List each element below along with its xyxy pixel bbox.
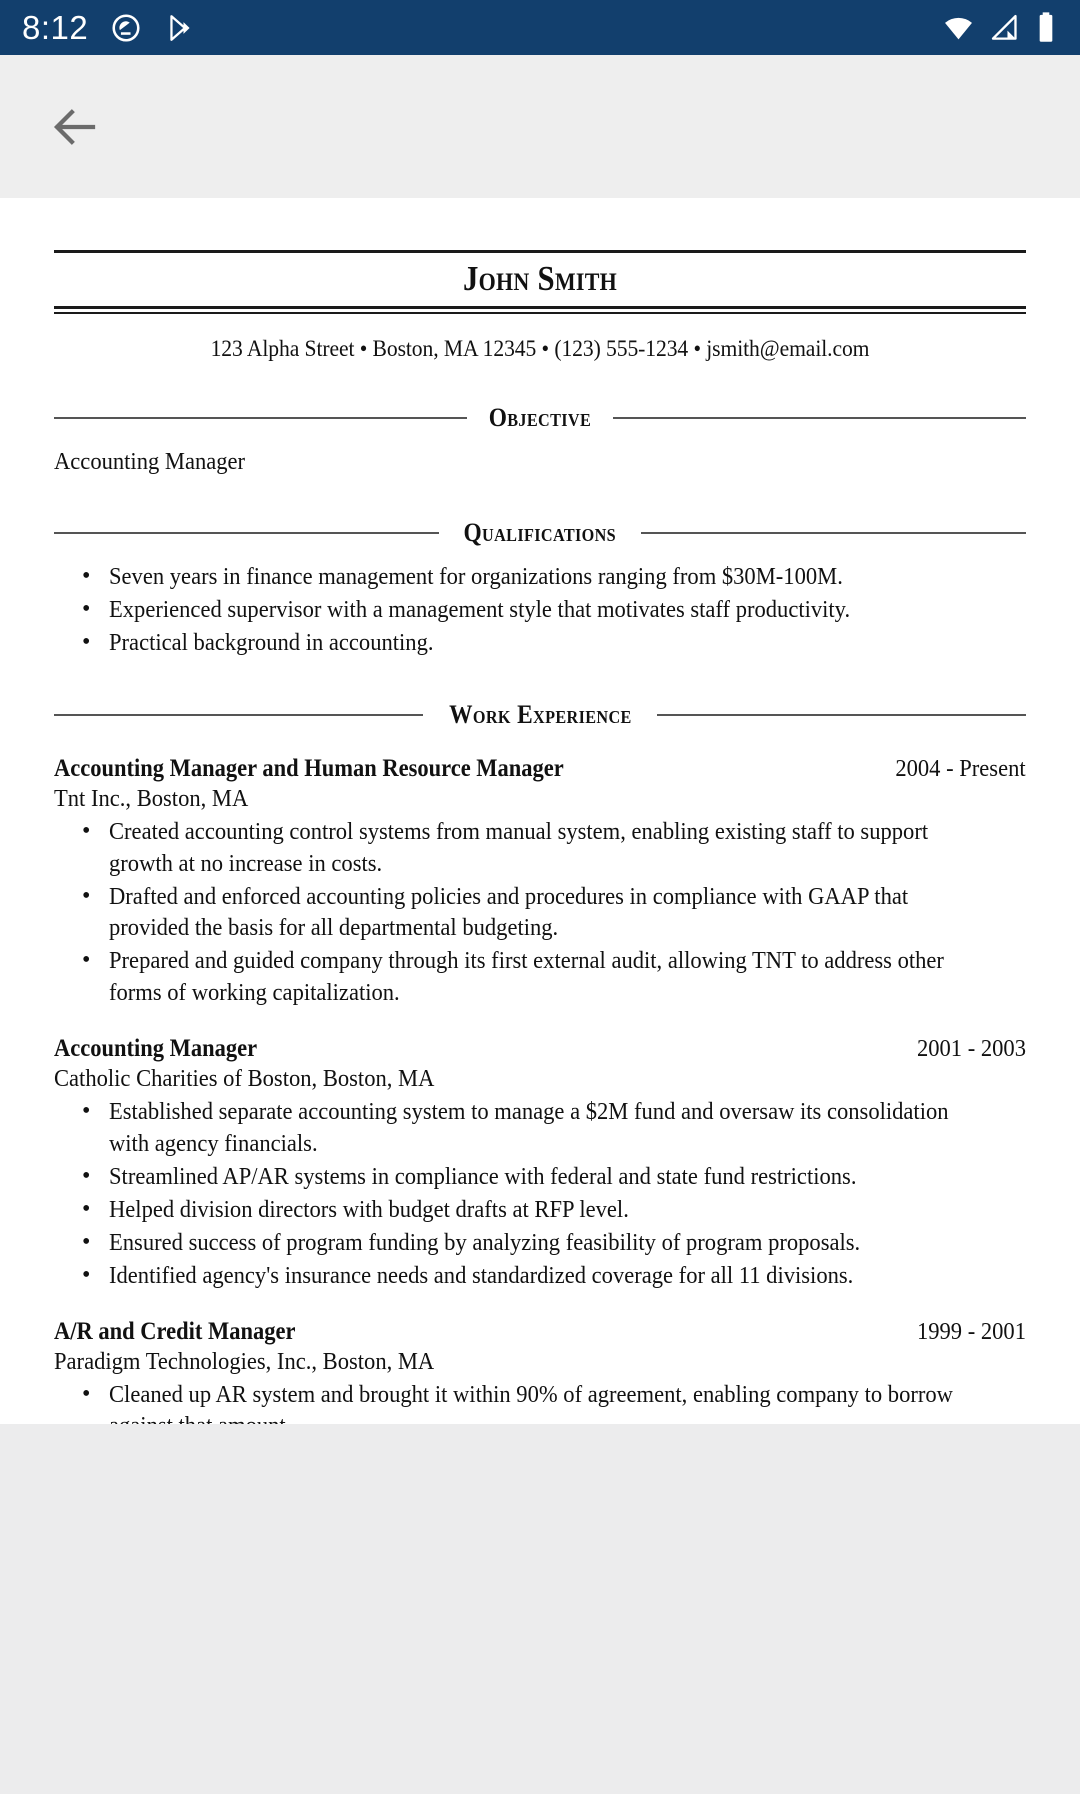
app-bar — [0, 55, 1080, 198]
status-bar-left: 8:12 — [22, 11, 196, 44]
list-item: Drafted and enforced accounting policies… — [78, 881, 1026, 946]
status-bar-right — [942, 11, 1058, 44]
job-company: Tnt Inc., Boston, MA — [54, 785, 249, 812]
job-dates: 2001 - 2003 — [916, 1036, 1026, 1063]
section-heading-work-experience: Work Experience — [54, 699, 1027, 730]
list-item-text: Experienced supervisor with a management… — [109, 596, 851, 623]
list-item: Identified agency's insurance needs and … — [78, 1260, 1026, 1293]
play-store-icon — [164, 12, 196, 44]
job-header: Accounting Manager 2001 - 2003 — [54, 1034, 1026, 1064]
list-item: Established separate accounting system t… — [78, 1096, 1026, 1161]
section-heading-objective: Objective — [54, 403, 1027, 433]
job-bullets: Established separate accounting system t… — [54, 1096, 1026, 1293]
rule-right — [640, 531, 1026, 534]
list-item: Experienced supervisor with a management… — [78, 594, 1026, 627]
list-item: Seven years in finance management for or… — [78, 561, 1026, 594]
page-title: John Smith — [462, 259, 618, 298]
list-item-text: Streamlined AP/AR systems in compliance … — [109, 1163, 857, 1190]
list-item-text: Cleaned up AR system and brought it with… — [109, 1381, 953, 1424]
rule-right — [612, 417, 1027, 420]
section-label: Objective — [488, 403, 592, 433]
job-company: Paradigm Technologies, Inc., Boston, MA — [54, 1348, 435, 1375]
battery-icon — [1034, 11, 1058, 44]
job-entry: A/R and Credit Manager 1999 - 2001 Parad… — [54, 1317, 1026, 1424]
rule-right — [657, 713, 1027, 716]
section-heading-qualifications: Qualifications — [54, 518, 1026, 548]
job-bullets: Created accounting control systems from … — [54, 816, 1026, 1010]
page-background-bottom — [0, 1424, 1080, 1794]
do-not-disturb-icon — [110, 12, 142, 44]
job-entry: Accounting Manager and Human Resource Ma… — [54, 754, 1026, 1010]
list-item-text: Helped division directors with budget dr… — [109, 1196, 629, 1223]
contact-line: 123 Alpha Street • Boston, MA 12345 • (1… — [210, 336, 870, 363]
list-item: Created accounting control systems from … — [78, 816, 1026, 881]
resume-scroll-area: John Smith 123 Alpha Street • Boston, MA… — [54, 198, 1027, 1424]
job-dates: 2004 - Present — [895, 755, 1026, 782]
cell-signal-icon — [989, 12, 1020, 43]
list-item: Prepared and guided company through its … — [78, 945, 1026, 1010]
list-item: Helped division directors with budget dr… — [78, 1194, 1026, 1227]
list-item-text: Created accounting control systems from … — [109, 818, 929, 877]
status-clock: 8:12 — [22, 9, 89, 46]
section-label: Qualifications — [463, 517, 617, 547]
job-header: A/R and Credit Manager 1999 - 2001 — [54, 1317, 1026, 1347]
resume-document[interactable]: John Smith 123 Alpha Street • Boston, MA… — [0, 198, 1080, 1424]
list-item-text: Prepared and guided company through its … — [109, 948, 944, 1007]
list-item-text: Ensured success of program funding by an… — [109, 1229, 861, 1256]
job-entry: Accounting Manager 2001 - 2003 Catholic … — [54, 1034, 1026, 1292]
list-item-text: Seven years in finance management for or… — [109, 563, 843, 590]
list-item: Practical background in accounting. — [78, 627, 1026, 660]
job-company: Catholic Charities of Boston, Boston, MA — [54, 1066, 435, 1093]
resume-name-header: John Smith — [54, 250, 1026, 315]
objective-text: Accounting Manager — [54, 449, 246, 476]
job-dates: 1999 - 2001 — [916, 1318, 1026, 1345]
list-item-text: Identified agency's insurance needs and … — [109, 1262, 854, 1289]
rule-left — [54, 417, 468, 420]
job-bullets: Cleaned up AR system and brought it with… — [54, 1379, 1026, 1424]
list-item: Streamlined AP/AR systems in compliance … — [78, 1161, 1026, 1194]
list-item-text: Practical background in accounting. — [109, 629, 434, 656]
job-header: Accounting Manager and Human Resource Ma… — [54, 754, 1026, 784]
job-title: Accounting Manager and Human Resource Ma… — [54, 754, 564, 782]
list-item: Ensured success of program funding by an… — [78, 1227, 1026, 1260]
job-title: Accounting Manager — [54, 1035, 258, 1063]
wifi-icon — [942, 11, 975, 44]
arrow-left-icon — [53, 108, 96, 145]
list-item-text: Drafted and enforced accounting policies… — [109, 883, 909, 942]
job-title: A/R and Credit Manager — [54, 1317, 296, 1345]
list-item: Cleaned up AR system and brought it with… — [78, 1379, 1026, 1424]
rule-left — [54, 531, 440, 534]
qualifications-list: Seven years in finance management for or… — [54, 561, 1026, 660]
back-button[interactable] — [38, 90, 112, 164]
list-item-text: Established separate accounting system t… — [109, 1099, 949, 1158]
rule-left — [54, 713, 423, 716]
section-label: Work Experience — [448, 699, 632, 729]
status-bar: 8:12 — [0, 0, 1080, 55]
